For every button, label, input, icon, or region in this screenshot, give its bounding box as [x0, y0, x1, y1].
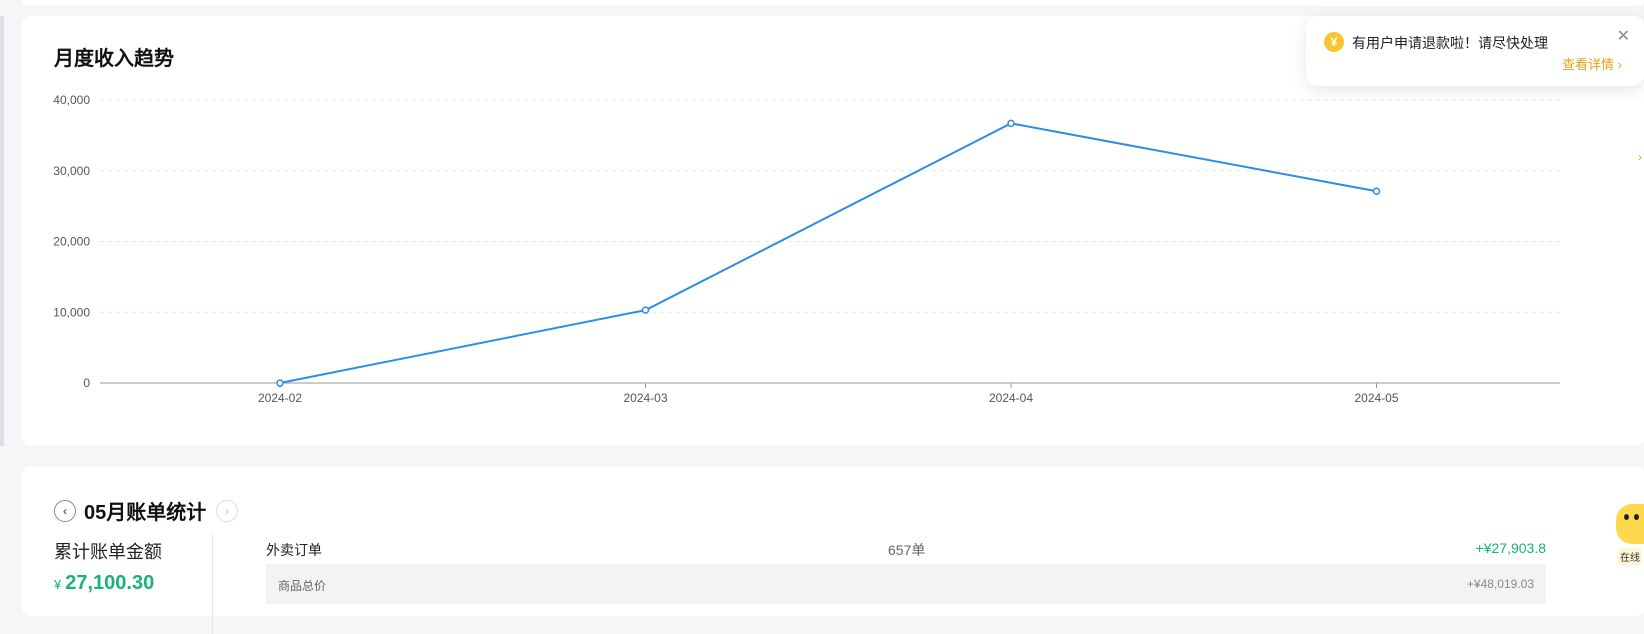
bill-header: ‹ 05月账单统计 ›	[54, 496, 239, 525]
y-tick-label: 20,000	[53, 235, 90, 249]
x-tick-label: 2024-03	[623, 391, 667, 405]
subrow-name: 商品总价	[278, 579, 327, 593]
left-scroll-rail	[0, 16, 4, 446]
data-point	[1007, 119, 1015, 128]
y-tick-label: 30,000	[53, 164, 90, 178]
data-point	[1372, 187, 1381, 196]
income-series-line	[279, 122, 1377, 384]
total-bill-value: ¥27,100.30	[54, 572, 154, 595]
x-tick-label: 2024-04	[989, 391, 1033, 405]
assistant-label[interactable]: 在线	[1618, 548, 1642, 565]
subrow-amount: +¥48,019.03	[1466, 577, 1534, 591]
mascot-eye	[1624, 514, 1629, 520]
row-amount: +¥27,903.8	[1475, 540, 1546, 556]
y-tick-label: 40,000	[53, 93, 90, 107]
x-tick-label: 2024-02	[258, 391, 302, 405]
view-details-label: 查看详情	[1562, 57, 1615, 72]
data-point	[276, 379, 284, 387]
y-tick-label: 10,000	[53, 305, 90, 319]
table-row[interactable]: 外卖订单 657单 +¥27,903.8	[266, 538, 1546, 560]
refund-icon: ¥	[1324, 32, 1344, 52]
bill-statistics-card: ‹ 05月账单统计 › 累计账单金额 ¥27,100.30 外卖订单 657单 …	[22, 466, 1644, 634]
view-details-link[interactable]: 查看详情 ›	[1562, 54, 1622, 73]
next-month-button[interactable]: ›	[216, 499, 239, 522]
close-icon[interactable]: ✕	[1617, 26, 1630, 46]
total-amount: 27,100.30	[65, 572, 155, 594]
chevron-right-icon: ›	[1617, 57, 1622, 72]
chevron-right-icon[interactable]: ›	[1638, 150, 1642, 164]
top-strip	[22, 0, 1644, 6]
x-tick-label: 2024-05	[1354, 391, 1398, 405]
divider	[212, 534, 213, 634]
refund-notification: ¥ 有用户申请退款啦！请尽快处理 ✕ 查看详情 ›	[1306, 16, 1644, 86]
currency-symbol: ¥	[54, 577, 62, 592]
prev-month-button[interactable]: ‹	[54, 499, 76, 522]
data-point	[641, 306, 650, 314]
notification-message: 有用户申请退款啦！请尽快处理	[1352, 35, 1548, 51]
table-subrow: 商品总价 +¥48,019.03	[266, 564, 1546, 604]
row-count: 657单	[888, 542, 926, 558]
y-tick-label: 0	[83, 376, 90, 390]
bill-title: 05月账单统计	[84, 502, 207, 524]
assistant-mascot-icon[interactable]	[1616, 504, 1644, 544]
row-name: 外卖订单	[266, 542, 322, 558]
mascot-eye	[1634, 514, 1639, 520]
total-bill-label: 累计账单金额	[54, 542, 162, 562]
